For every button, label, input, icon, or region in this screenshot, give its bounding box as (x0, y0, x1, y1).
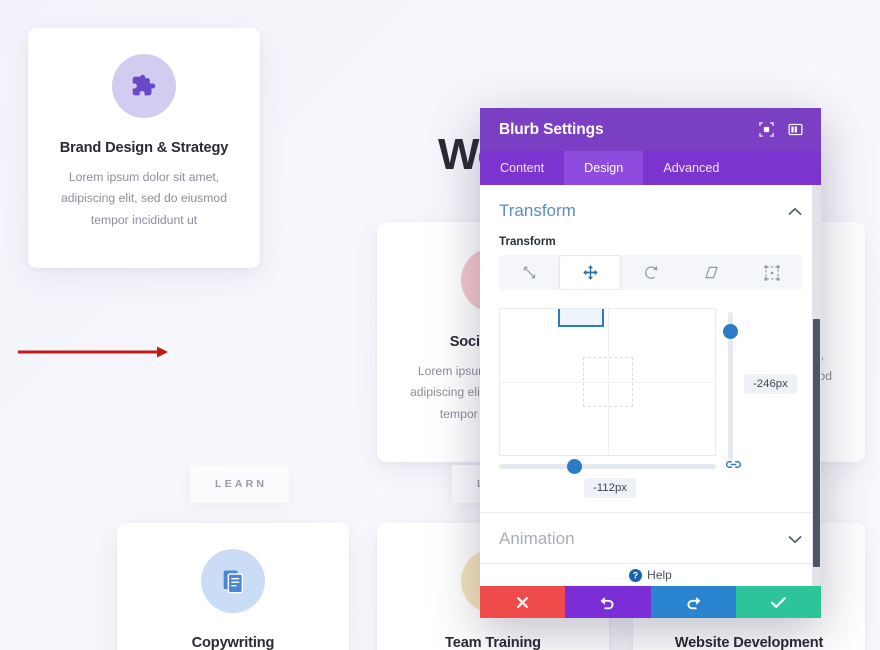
origin-reference-box (582, 357, 633, 407)
tab-design[interactable]: Design (564, 151, 644, 185)
card-title: Brand Design & Strategy (59, 140, 229, 156)
modal-scrollbar[interactable] (812, 185, 821, 586)
redo-button[interactable] (650, 586, 736, 618)
help-question-icon: ? (629, 568, 643, 582)
chevron-down-icon[interactable] (788, 535, 802, 544)
link-chain-icon[interactable] (724, 456, 742, 472)
x-icon (517, 596, 529, 608)
horizontal-translate-slider[interactable] (499, 459, 716, 474)
transform-canvas-area[interactable]: -112px -246px (499, 308, 802, 498)
skew-icon (705, 266, 719, 279)
origin-icon (764, 264, 780, 281)
slider-handle[interactable] (567, 459, 582, 474)
vertical-translate-slider[interactable] (723, 312, 738, 460)
rotate-icon (645, 266, 658, 279)
redo-icon (687, 596, 701, 609)
tab-advanced[interactable]: Advanced (643, 151, 739, 185)
transform-mode-group[interactable] (499, 255, 802, 290)
icon-circle (201, 549, 265, 613)
translate-move-icon-button[interactable] (559, 255, 622, 290)
layout-panel-icon[interactable] (782, 117, 808, 143)
scale-icon (523, 266, 535, 279)
scale-icon-button[interactable] (499, 255, 559, 290)
save-button[interactable] (735, 586, 821, 618)
undo-icon (600, 596, 614, 609)
puzzle-piece-icon (132, 74, 156, 96)
documents-icon (223, 570, 244, 594)
card-title: Copywriting (191, 635, 275, 650)
origin-icon-button[interactable] (742, 255, 802, 290)
cancel-button[interactable] (480, 586, 566, 618)
modal-body: Transform Transform -112px -246px Animat… (480, 185, 821, 586)
help-row[interactable]: ? Help (480, 568, 821, 586)
card-title: Website Development (674, 635, 824, 650)
vertical-value-label: -246px (744, 374, 797, 394)
check-icon (770, 596, 786, 608)
tab-content[interactable]: Content (480, 151, 564, 185)
section-header-animation[interactable]: Animation (480, 513, 821, 563)
section-divider (480, 563, 821, 564)
help-label[interactable]: Help (647, 568, 672, 582)
section-title: Transform (499, 201, 576, 220)
rotate-icon-button[interactable] (621, 255, 681, 290)
modal-titlebar: Blurb Settings (480, 108, 821, 151)
expand-fullscreen-icon[interactable] (753, 117, 779, 143)
scrollbar-thumb[interactable] (813, 319, 820, 567)
service-card-copywriting[interactable]: Copywriting (117, 523, 349, 650)
service-card-brand-design[interactable]: Brand Design & Strategy Lorem ipsum dolo… (28, 28, 260, 268)
skew-icon-button[interactable] (682, 255, 742, 290)
section-title: Animation (499, 529, 575, 548)
section-header-transform[interactable]: Transform (480, 185, 821, 235)
card-body: Lorem ipsum dolor sit amet, adipiscing e… (61, 170, 227, 227)
transform-preview-canvas[interactable] (499, 308, 716, 456)
undo-button[interactable] (565, 586, 651, 618)
modal-footer[interactable] (480, 586, 821, 618)
icon-circle (112, 54, 176, 118)
learn-button[interactable]: LEARN (190, 465, 290, 503)
modal-title: Blurb Settings (499, 120, 604, 138)
blurb-settings-modal[interactable]: Blurb Settings Content Design Advanced T… (480, 108, 821, 618)
transform-field-label: Transform (499, 235, 556, 248)
translated-element-preview[interactable] (558, 309, 604, 327)
chevron-up-icon[interactable] (788, 207, 802, 216)
annotation-arrow-icon (18, 346, 168, 358)
translate-move-icon (583, 265, 598, 280)
horizontal-value-label: -112px (584, 478, 636, 498)
card-title: Team Training (445, 635, 541, 650)
slider-handle[interactable] (723, 324, 738, 339)
modal-tab-bar[interactable]: Content Design Advanced (480, 151, 821, 185)
svg-text:?: ? (633, 570, 638, 580)
